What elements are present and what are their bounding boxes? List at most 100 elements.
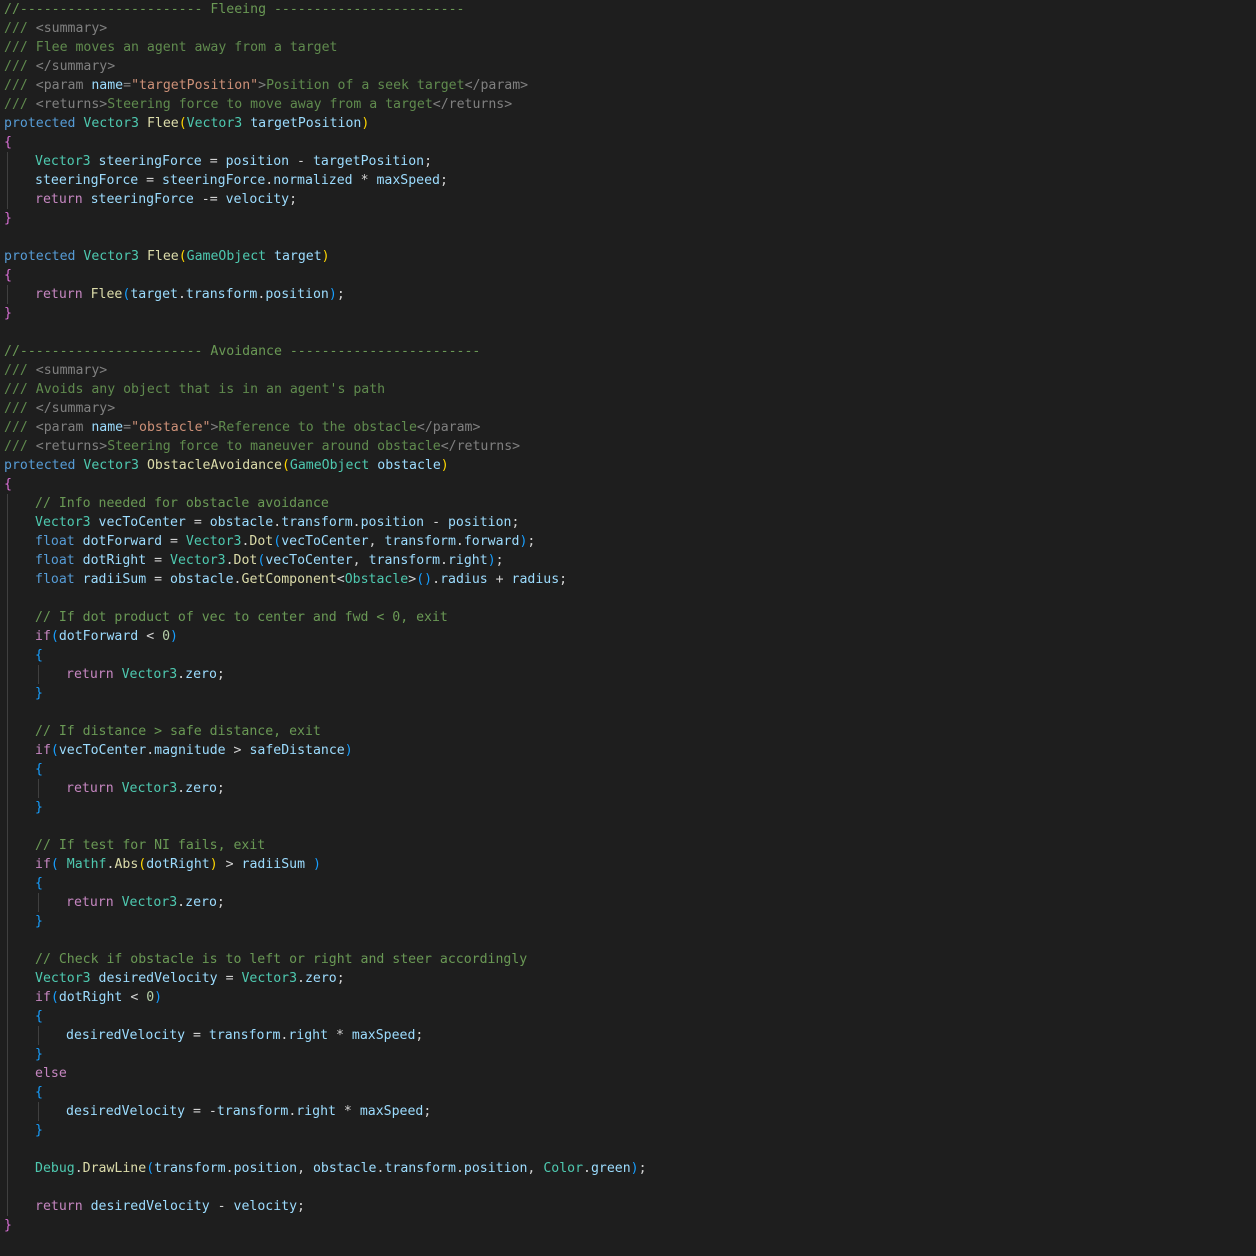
code-token: . — [233, 572, 242, 587]
code-line[interactable]: { — [0, 1007, 1256, 1026]
code-line[interactable]: Vector3 desiredVelocity = Vector3.zero; — [0, 969, 1256, 988]
indent-guide — [7, 1026, 8, 1045]
code-line[interactable] — [0, 1178, 1256, 1197]
code-line[interactable]: /// Flee moves an agent away from a targ… — [0, 38, 1256, 57]
code-token: position — [233, 1161, 298, 1176]
code-token: ; — [424, 154, 433, 169]
code-line[interactable]: float dotRight = Vector3.Dot(vecToCenter… — [0, 551, 1256, 570]
code-token: Vector3 — [35, 515, 91, 530]
code-line[interactable]: { — [0, 133, 1256, 152]
code-token: = - — [185, 1104, 217, 1119]
code-token: GameObject — [186, 249, 267, 264]
code-line[interactable]: return Vector3.zero; — [0, 779, 1256, 798]
code-line[interactable]: if(vecToCenter.magnitude > safeDistance) — [0, 741, 1256, 760]
code-token: Dot — [233, 553, 258, 568]
code-token: obstacle — [377, 458, 441, 473]
code-text: { — [4, 135, 12, 150]
code-line[interactable] — [0, 228, 1256, 247]
code-line[interactable]: else — [0, 1064, 1256, 1083]
code-line[interactable]: { — [0, 1083, 1256, 1102]
code-line[interactable]: { — [0, 760, 1256, 779]
code-token: transform — [216, 1104, 289, 1119]
indent-guide — [7, 1083, 8, 1102]
code-token: return — [66, 895, 114, 910]
code-text: Debug.DrawLine(transform.position, obsta… — [35, 1161, 647, 1176]
code-line[interactable]: if( Mathf.Abs(dotRight) > radiiSum ) — [0, 855, 1256, 874]
code-line[interactable]: /// Avoids any object that is in an agen… — [0, 380, 1256, 399]
code-line[interactable]: desiredVelocity = -transform.right * max… — [0, 1102, 1256, 1121]
code-line[interactable]: { — [0, 475, 1256, 494]
code-line[interactable]: } — [0, 209, 1256, 228]
code-token: ; — [216, 667, 225, 682]
code-line[interactable]: //----------------------- Fleeing ------… — [0, 0, 1256, 19]
code-line[interactable]: } — [0, 304, 1256, 323]
code-line[interactable]: } — [0, 798, 1256, 817]
code-area[interactable]: //----------------------- Fleeing ------… — [0, 0, 1256, 1235]
code-line[interactable]: protected Vector3 ObstacleAvoidance(Game… — [0, 456, 1256, 475]
code-line[interactable]: { — [0, 874, 1256, 893]
code-token: dotRight — [82, 553, 147, 568]
code-line[interactable]: // Info needed for obstacle avoidance — [0, 494, 1256, 513]
code-line[interactable]: /// <returns>Steering force to maneuver … — [0, 437, 1256, 456]
code-line[interactable] — [0, 1140, 1256, 1159]
code-line[interactable] — [0, 323, 1256, 342]
code-line[interactable]: steeringForce = steeringForce.normalized… — [0, 171, 1256, 190]
code-line[interactable]: //----------------------- Avoidance ----… — [0, 342, 1256, 361]
code-line[interactable]: { — [0, 266, 1256, 285]
code-token: . — [177, 667, 186, 682]
code-line[interactable]: /// </summary> — [0, 57, 1256, 76]
code-line[interactable]: } — [0, 684, 1256, 703]
code-line[interactable]: } — [0, 1216, 1256, 1235]
code-line[interactable] — [0, 931, 1256, 950]
code-token: { — [4, 268, 12, 283]
code-line[interactable] — [0, 817, 1256, 836]
code-line[interactable]: { — [0, 646, 1256, 665]
code-line[interactable]: return Vector3.zero; — [0, 665, 1256, 684]
code-line[interactable]: /// <returns>Steering force to move away… — [0, 95, 1256, 114]
code-text: return desiredVelocity - velocity; — [35, 1199, 305, 1214]
code-line[interactable]: float dotForward = Vector3. Dot(vecToCent… — [0, 532, 1256, 551]
code-line[interactable]: // If dot product of vec to center and f… — [0, 608, 1256, 627]
code-line[interactable]: protected Vector3 Flee(Vector3 targetPos… — [0, 114, 1256, 133]
code-line[interactable]: if(dotRight < 0) — [0, 988, 1256, 1007]
code-token: * — [335, 1104, 360, 1119]
code-token: Vector3 — [121, 895, 178, 910]
code-line[interactable]: // If test for NI fails, exit — [0, 836, 1256, 855]
code-token: zero — [185, 895, 217, 910]
code-line[interactable]: /// <summary> — [0, 361, 1256, 380]
code-token: Reference to the obstacle — [218, 420, 417, 435]
code-line[interactable]: Debug.DrawLine(transform.position, obsta… — [0, 1159, 1256, 1178]
code-line[interactable]: return Vector3.zero; — [0, 893, 1256, 912]
indent-guide — [7, 570, 8, 589]
indent-guide — [7, 190, 8, 209]
code-token: . — [225, 1161, 234, 1176]
code-token: Abs — [114, 857, 139, 872]
code-line[interactable]: return Flee(target.transform.position); — [0, 285, 1256, 304]
code-line[interactable]: if(dotForward < 0) — [0, 627, 1256, 646]
code-line[interactable]: Vector3 vecToCenter = obstacle.transform… — [0, 513, 1256, 532]
code-line[interactable]: // If distance > safe distance, exit — [0, 722, 1256, 741]
code-line[interactable]: /// <summary> — [0, 19, 1256, 38]
code-line[interactable]: /// </summary> — [0, 399, 1256, 418]
code-line[interactable]: } — [0, 912, 1256, 931]
code-token: protected — [4, 458, 76, 473]
code-line[interactable]: /// <param name="obstacle">Reference to … — [0, 418, 1256, 437]
code-editor[interactable]: //----------------------- Fleeing ------… — [0, 0, 1256, 1256]
code-line[interactable]: /// <param name="targetPosition">Positio… — [0, 76, 1256, 95]
code-line[interactable]: desiredVelocity = transform.right * maxS… — [0, 1026, 1256, 1045]
code-line[interactable] — [0, 589, 1256, 608]
code-line[interactable]: return desiredVelocity - velocity; — [0, 1197, 1256, 1216]
code-line[interactable]: } — [0, 1045, 1256, 1064]
code-token: Vector3 — [83, 458, 139, 473]
code-line[interactable]: float radiiSum = obstacle.GetComponent<O… — [0, 570, 1256, 589]
code-line[interactable]: return steeringForce -= velocity; — [0, 190, 1256, 209]
code-token: /// — [4, 401, 36, 416]
code-line[interactable]: } — [0, 1121, 1256, 1140]
code-token: . — [583, 1161, 591, 1176]
code-text: if(vecToCenter.magnitude > safeDistance) — [35, 743, 353, 758]
code-line[interactable]: // Check if obstacle is to left or right… — [0, 950, 1256, 969]
code-text: /// <param name="obstacle">Reference to … — [4, 420, 480, 435]
code-line[interactable] — [0, 703, 1256, 722]
code-line[interactable]: protected Vector3 Flee(GameObject target… — [0, 247, 1256, 266]
code-line[interactable]: Vector3 steeringForce = position - targe… — [0, 152, 1256, 171]
